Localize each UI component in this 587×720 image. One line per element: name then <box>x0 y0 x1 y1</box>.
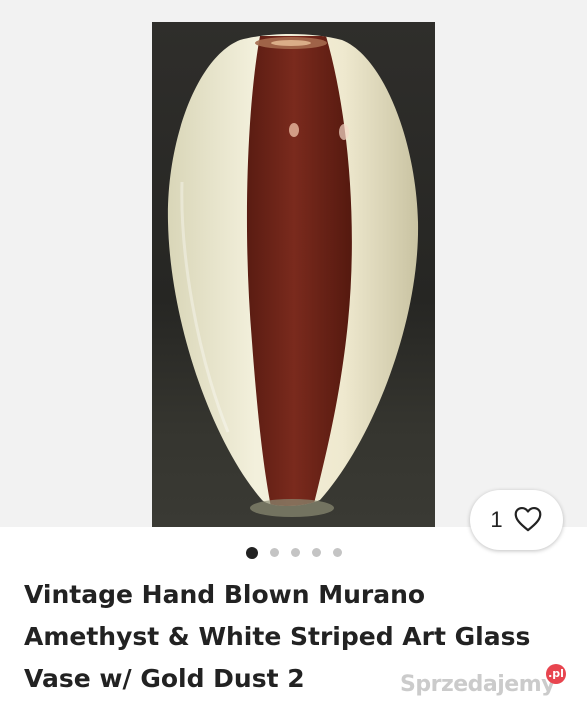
image-gallery[interactable]: 1 <box>0 0 587 550</box>
carousel-dot[interactable] <box>311 548 321 557</box>
carousel-indicator[interactable] <box>0 546 587 559</box>
heart-outline-icon <box>513 505 543 536</box>
watermark-text: Sprzedajemy <box>400 672 556 697</box>
carousel-dot-active[interactable] <box>245 546 258 559</box>
watermark-badge: .pl <box>546 664 566 684</box>
carousel-dot[interactable] <box>269 548 279 557</box>
carousel-dot[interactable] <box>332 548 342 557</box>
carousel-dot[interactable] <box>290 548 300 557</box>
favorite-count: 1 <box>490 507 503 532</box>
product-photo[interactable] <box>152 22 435 527</box>
vase-image <box>167 34 419 517</box>
favorite-button[interactable]: 1 <box>470 490 563 550</box>
